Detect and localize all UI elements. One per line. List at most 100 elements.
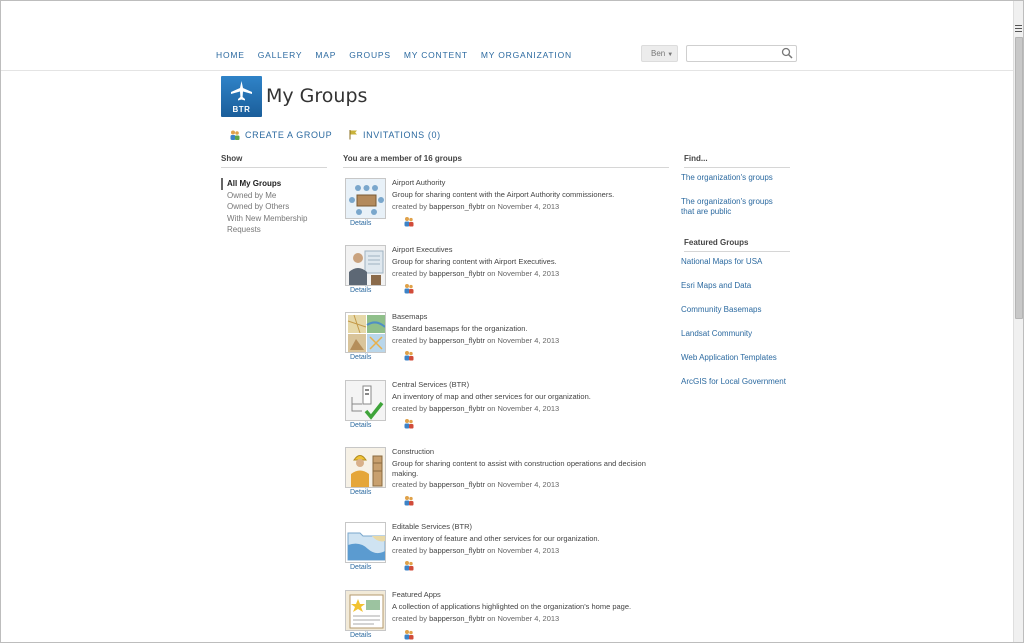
user-menu-button[interactable]: Ben ▼ bbox=[641, 45, 678, 62]
group-created: created by bapperson_flybtr on November … bbox=[392, 614, 560, 623]
group-title[interactable]: Basemaps bbox=[392, 312, 427, 321]
group-members-icon[interactable] bbox=[403, 418, 414, 429]
group-item: Details Central Services (BTR) An invent… bbox=[345, 380, 675, 440]
search-icon[interactable] bbox=[781, 47, 793, 59]
details-link[interactable]: Details bbox=[350, 287, 371, 294]
group-owner[interactable]: bapperson_flybtr bbox=[429, 269, 485, 278]
construction-worker-icon bbox=[346, 448, 385, 487]
group-created: created by bapperson_flybtr on November … bbox=[392, 336, 560, 345]
group-item: Details Featured Apps A collection of ap… bbox=[345, 590, 675, 642]
group-item: Details Editable Services (BTR) An inven… bbox=[345, 522, 675, 582]
link-organization-groups[interactable]: The organization's groups bbox=[681, 173, 791, 183]
group-title[interactable]: Editable Services (BTR) bbox=[392, 522, 472, 531]
filter-all-my-groups[interactable]: All My Groups bbox=[221, 178, 321, 190]
group-created: created by bapperson_flybtr on November … bbox=[392, 480, 560, 489]
main-nav: HOME GALLERY MAP GROUPS MY CONTENT MY OR… bbox=[216, 50, 585, 60]
logo-text: BTR bbox=[232, 105, 251, 114]
group-title[interactable]: Central Services (BTR) bbox=[392, 380, 469, 389]
group-description: An inventory of map and other services f… bbox=[392, 392, 591, 401]
search-box bbox=[686, 45, 797, 64]
group-thumbnail[interactable] bbox=[345, 522, 386, 563]
services-check-icon bbox=[346, 381, 385, 420]
group-description: Group for sharing content with the Airpo… bbox=[392, 190, 615, 199]
show-heading: Show bbox=[221, 154, 327, 168]
group-title[interactable]: Airport Authority bbox=[392, 178, 445, 187]
group-description: Group for sharing content with Airport E… bbox=[392, 257, 557, 266]
featured-groups-heading: Featured Groups bbox=[684, 238, 790, 252]
featured-link-web-app-templates[interactable]: Web Application Templates bbox=[681, 353, 791, 363]
top-bar: HOME GALLERY MAP GROUPS MY CONTENT MY OR… bbox=[1, 1, 1013, 71]
group-owner[interactable]: bapperson_flybtr bbox=[429, 336, 485, 345]
details-link[interactable]: Details bbox=[350, 489, 371, 496]
search-input[interactable] bbox=[687, 49, 777, 64]
caret-down-icon: ▼ bbox=[667, 52, 674, 58]
group-owner[interactable]: bapperson_flybtr bbox=[429, 202, 485, 211]
folder-map-icon bbox=[346, 523, 385, 562]
group-members-icon[interactable] bbox=[403, 629, 414, 640]
create-group-icon bbox=[230, 130, 240, 140]
create-group-label: CREATE A GROUP bbox=[245, 130, 333, 140]
group-thumbnail[interactable] bbox=[345, 312, 386, 353]
page-title: My Groups bbox=[266, 85, 368, 107]
show-filter-list: All My Groups Owned by Me Owned by Other… bbox=[221, 178, 321, 236]
nav-my-content[interactable]: MY CONTENT bbox=[404, 50, 468, 60]
filter-owned-by-me[interactable]: Owned by Me bbox=[221, 190, 321, 202]
group-members-icon[interactable] bbox=[403, 283, 414, 294]
user-name: Ben bbox=[651, 49, 666, 58]
details-link[interactable]: Details bbox=[350, 564, 371, 571]
nav-gallery[interactable]: GALLERY bbox=[258, 50, 303, 60]
airplane-icon bbox=[231, 81, 252, 101]
nav-map[interactable]: MAP bbox=[315, 50, 336, 60]
group-thumbnail[interactable] bbox=[345, 380, 386, 421]
group-description: Standard basemaps for the organization. bbox=[392, 324, 528, 333]
nav-my-organization[interactable]: MY ORGANIZATION bbox=[481, 50, 572, 60]
group-title[interactable]: Construction bbox=[392, 447, 434, 456]
group-owner[interactable]: bapperson_flybtr bbox=[429, 546, 485, 555]
nav-groups[interactable]: GROUPS bbox=[349, 50, 391, 60]
scrollbar-thumb[interactable] bbox=[1015, 37, 1023, 319]
filter-owned-by-others[interactable]: Owned by Others bbox=[221, 201, 321, 213]
featured-link-national-maps[interactable]: National Maps for USA bbox=[681, 257, 791, 267]
featured-link-community-basemaps[interactable]: Community Basemaps bbox=[681, 305, 791, 315]
featured-apps-icon bbox=[346, 591, 385, 630]
details-link[interactable]: Details bbox=[350, 354, 371, 361]
menu-icon[interactable] bbox=[1015, 25, 1022, 34]
group-members-icon[interactable] bbox=[403, 560, 414, 571]
create-group-button[interactable]: CREATE A GROUP bbox=[229, 129, 332, 141]
group-members-icon[interactable] bbox=[403, 495, 414, 506]
filter-requests[interactable]: Requests bbox=[221, 224, 321, 236]
group-created: created by bapperson_flybtr on November … bbox=[392, 546, 560, 555]
details-link[interactable]: Details bbox=[350, 422, 371, 429]
featured-link-esri-maps[interactable]: Esri Maps and Data bbox=[681, 281, 791, 291]
meeting-room-icon bbox=[346, 179, 385, 218]
details-link[interactable]: Details bbox=[350, 632, 371, 639]
link-organization-public-groups[interactable]: The organization's groups that are publi… bbox=[681, 197, 785, 217]
group-owner[interactable]: bapperson_flybtr bbox=[429, 480, 485, 489]
group-title[interactable]: Airport Executives bbox=[392, 245, 452, 254]
member-count-heading: You are a member of 16 groups bbox=[343, 154, 669, 168]
executive-icon bbox=[346, 246, 385, 285]
group-thumbnail[interactable] bbox=[345, 178, 386, 219]
group-owner[interactable]: bapperson_flybtr bbox=[429, 614, 485, 623]
invitations-button[interactable]: INVITATIONS (0) bbox=[348, 129, 441, 140]
group-members-icon[interactable] bbox=[403, 216, 414, 227]
organization-logo: BTR bbox=[221, 76, 262, 117]
nav-home[interactable]: HOME bbox=[216, 50, 245, 60]
group-members-icon[interactable] bbox=[403, 350, 414, 361]
featured-link-arcgis-local-gov[interactable]: ArcGIS for Local Government bbox=[681, 377, 791, 387]
group-thumbnail[interactable] bbox=[345, 245, 386, 286]
filter-new-membership[interactable]: With New Membership bbox=[221, 213, 321, 225]
group-description: An inventory of feature and other servic… bbox=[392, 534, 600, 543]
group-item: Details Basemaps Standard basemaps for t… bbox=[345, 312, 675, 372]
group-created: created by bapperson_flybtr on November … bbox=[392, 269, 560, 278]
group-created: created by bapperson_flybtr on November … bbox=[392, 202, 560, 211]
details-link[interactable]: Details bbox=[350, 220, 371, 227]
flag-icon bbox=[349, 130, 357, 140]
featured-link-landsat[interactable]: Landsat Community bbox=[681, 329, 791, 339]
basemaps-icon bbox=[346, 313, 385, 352]
group-description: Group for sharing content to assist with… bbox=[392, 459, 646, 478]
group-title[interactable]: Featured Apps bbox=[392, 590, 441, 599]
group-owner[interactable]: bapperson_flybtr bbox=[429, 404, 485, 413]
group-thumbnail[interactable] bbox=[345, 447, 386, 488]
group-thumbnail[interactable] bbox=[345, 590, 386, 631]
